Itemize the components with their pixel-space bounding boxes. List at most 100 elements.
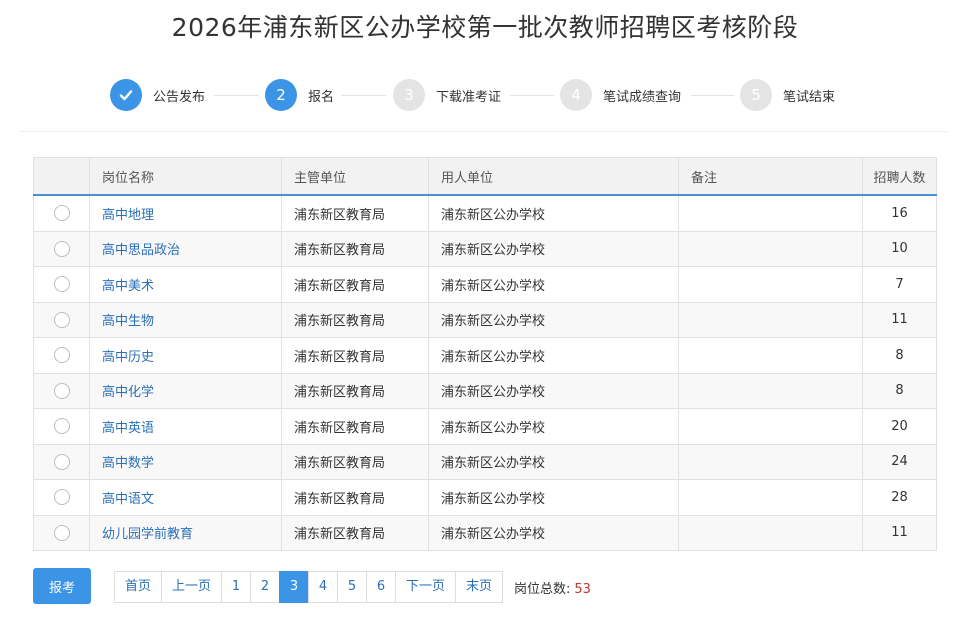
step-number: 4	[560, 79, 592, 111]
total-label: 岗位总数:	[514, 582, 571, 597]
row-select-cell[interactable]	[33, 408, 90, 445]
row-select-cell[interactable]	[33, 443, 90, 480]
page-title: 2026年浦东新区公办学校第一批次教师招聘区考核阶段	[171, 13, 799, 42]
step-number: 5	[740, 79, 772, 111]
table-row[interactable]: 高中语文 浦东新区教育局 浦东新区公办学校 28	[33, 479, 937, 516]
step-number: 3	[393, 79, 425, 111]
page-link-6[interactable]: 6	[366, 571, 397, 603]
position-link[interactable]: 高中英语	[89, 408, 282, 445]
employer-cell: 浦东新区公办学校	[428, 443, 679, 480]
step-label: 笔试结束	[783, 89, 836, 105]
employer-cell: 浦东新区公办学校	[428, 230, 679, 267]
table-row[interactable]: 高中地理 浦东新区教育局 浦东新区公办学校 16	[33, 194, 937, 232]
position-link[interactable]: 高中数学	[89, 443, 282, 480]
page-link-5[interactable]: 5	[337, 571, 368, 603]
authority-cell: 浦东新区教育局	[281, 337, 429, 374]
row-select-cell[interactable]	[33, 301, 90, 338]
page-link-4[interactable]: 4	[308, 571, 339, 603]
row-radio[interactable]	[53, 240, 70, 257]
remark-cell	[678, 266, 863, 303]
step-register: 2 报名	[265, 78, 334, 112]
last-page-link[interactable]: 末页	[455, 571, 504, 603]
step-publish: 公告发布	[110, 78, 205, 112]
authority-cell: 浦东新区教育局	[281, 230, 429, 267]
row-radio[interactable]	[53, 347, 70, 364]
row-radio[interactable]	[53, 418, 70, 435]
employer-cell: 浦东新区公办学校	[428, 337, 679, 374]
remark-cell	[678, 443, 863, 480]
prev-page-link[interactable]: 上一页	[161, 571, 223, 603]
table-row[interactable]: 高中数学 浦东新区教育局 浦东新区公办学校 24	[33, 443, 937, 480]
row-select-cell[interactable]	[33, 372, 90, 409]
page-link-2[interactable]: 2	[250, 571, 281, 603]
table-row[interactable]: 高中化学 浦东新区教育局 浦东新区公办学校 8	[33, 372, 937, 409]
authority-cell: 浦东新区教育局	[281, 443, 429, 480]
authority-cell: 浦东新区教育局	[281, 479, 429, 516]
row-radio[interactable]	[53, 382, 70, 399]
row-radio[interactable]	[53, 489, 70, 506]
count-cell: 20	[862, 408, 937, 445]
authority-cell: 浦东新区教育局	[281, 408, 429, 445]
progress-steps: 公告发布 2 报名 3 下载准考证 4 笔试成绩查询 5 笔试结束	[0, 78, 955, 114]
position-link[interactable]: 高中历史	[89, 337, 282, 374]
employer-cell: 浦东新区公办学校	[428, 194, 679, 232]
column-header-employer: 用人单位	[428, 157, 679, 196]
table-row[interactable]: 高中思品政治 浦东新区教育局 浦东新区公办学校 10	[33, 230, 937, 267]
next-page-link[interactable]: 下一页	[395, 571, 457, 603]
table-row[interactable]: 幼儿园学前教育 浦东新区教育局 浦东新区公办学校 11	[33, 514, 937, 551]
position-link[interactable]: 高中语文	[89, 479, 282, 516]
count-cell: 24	[862, 443, 937, 480]
employer-cell: 浦东新区公办学校	[428, 301, 679, 338]
position-link[interactable]: 高中生物	[89, 301, 282, 338]
remark-cell	[678, 372, 863, 409]
remark-cell	[678, 479, 863, 516]
table-row[interactable]: 高中英语 浦东新区教育局 浦东新区公办学校 20	[33, 408, 937, 445]
total-value: 53	[574, 582, 591, 597]
step-label: 公告发布	[153, 89, 206, 105]
remark-cell	[678, 337, 863, 374]
authority-cell: 浦东新区教育局	[281, 372, 429, 409]
position-link[interactable]: 高中美术	[89, 266, 282, 303]
position-table: 岗位名称 主管单位 用人单位 备注 招聘人数 高中地理 浦东新区教育局 浦东新区…	[33, 157, 937, 551]
employer-cell: 浦东新区公办学校	[428, 266, 679, 303]
row-radio[interactable]	[53, 205, 70, 222]
remark-cell	[678, 514, 863, 551]
column-header-position: 岗位名称	[89, 157, 282, 196]
count-cell: 11	[862, 301, 937, 338]
count-cell: 11	[862, 514, 937, 551]
page-link-1[interactable]: 1	[221, 571, 252, 603]
row-select-cell[interactable]	[33, 230, 90, 267]
row-radio[interactable]	[53, 276, 70, 293]
row-select-cell[interactable]	[33, 479, 90, 516]
authority-cell: 浦东新区教育局	[281, 514, 429, 551]
remark-cell	[678, 194, 863, 232]
page-link-3-current[interactable]: 3	[279, 571, 310, 603]
step-label: 报名	[308, 89, 335, 105]
table-row[interactable]: 高中生物 浦东新区教育局 浦东新区公办学校 11	[33, 301, 937, 338]
row-select-cell[interactable]	[33, 337, 90, 374]
authority-cell: 浦东新区教育局	[281, 266, 429, 303]
row-radio[interactable]	[53, 311, 70, 328]
column-header-remark: 备注	[678, 157, 863, 196]
table-row[interactable]: 高中美术 浦东新区教育局 浦东新区公办学校 7	[33, 266, 937, 303]
employer-cell: 浦东新区公办学校	[428, 408, 679, 445]
count-cell: 28	[862, 479, 937, 516]
step-admission-ticket: 3 下载准考证	[393, 78, 501, 112]
row-select-cell[interactable]	[33, 266, 90, 303]
employer-cell: 浦东新区公办学校	[428, 372, 679, 409]
row-radio[interactable]	[53, 524, 70, 541]
apply-button[interactable]: 报考	[33, 568, 91, 604]
position-link[interactable]: 幼儿园学前教育	[89, 514, 282, 551]
position-link[interactable]: 高中化学	[89, 372, 282, 409]
position-link[interactable]: 高中地理	[89, 194, 282, 232]
step-number: 2	[265, 79, 297, 111]
row-select-cell[interactable]	[33, 194, 90, 232]
first-page-link[interactable]: 首页	[114, 571, 163, 603]
position-link[interactable]: 高中思品政治	[89, 230, 282, 267]
table-row[interactable]: 高中历史 浦东新区教育局 浦东新区公办学校 8	[33, 337, 937, 374]
step-connector	[341, 95, 386, 96]
step-connector	[510, 95, 554, 96]
row-radio[interactable]	[53, 453, 70, 470]
row-select-cell[interactable]	[33, 514, 90, 551]
column-header-authority: 主管单位	[281, 157, 429, 196]
